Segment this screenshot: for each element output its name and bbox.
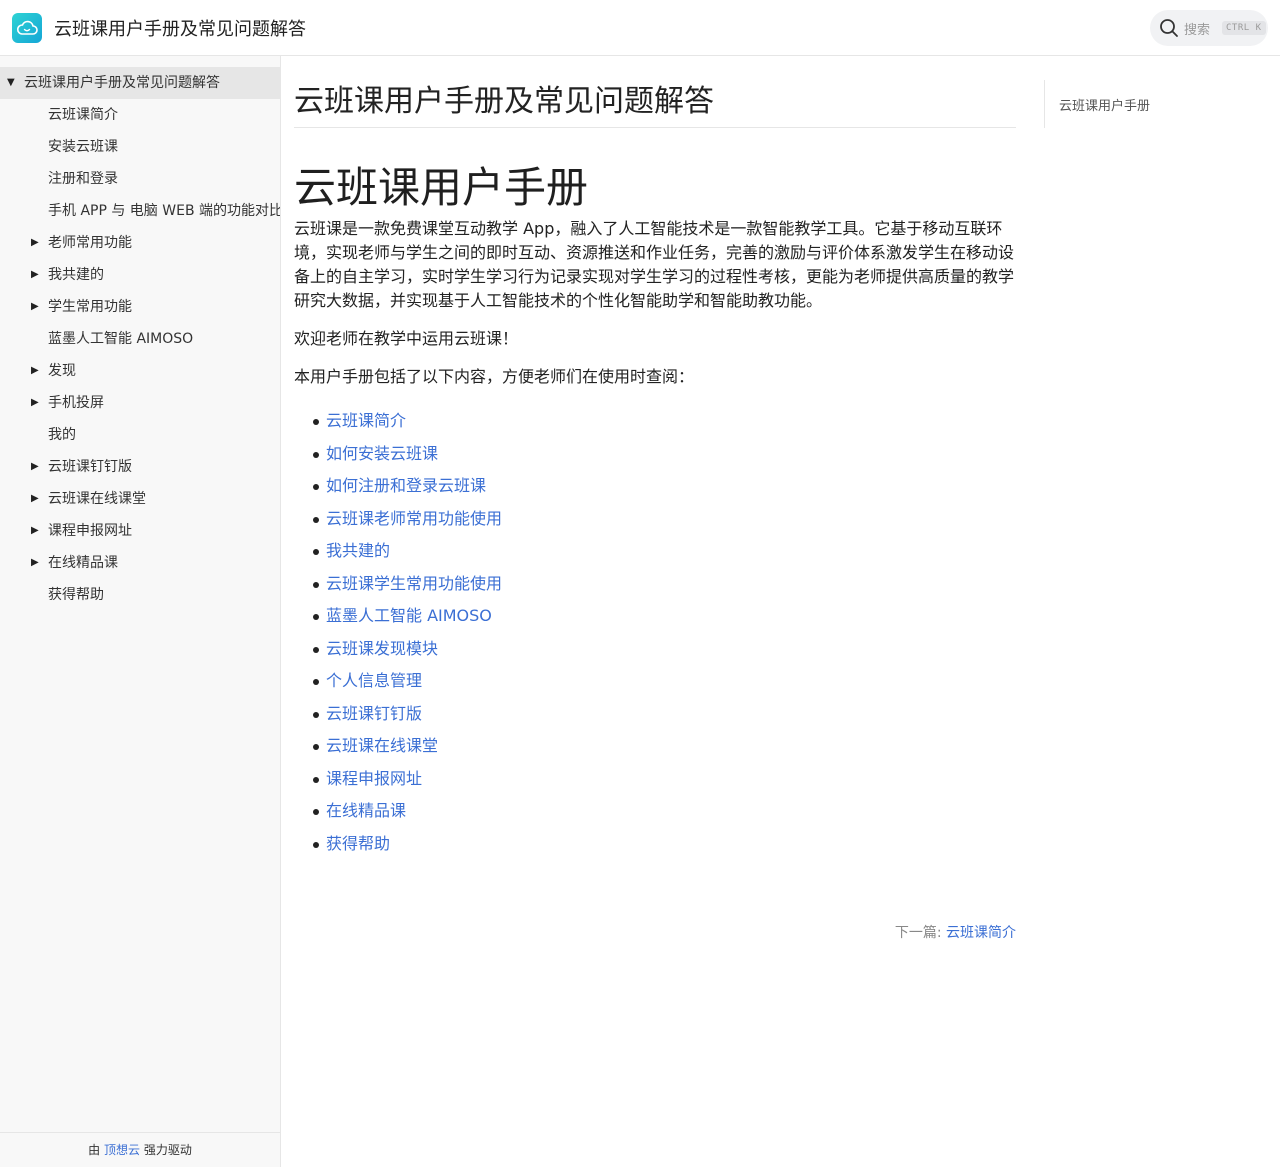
search-shortcut: CTRL K (1222, 21, 1266, 35)
intro-paragraph: 云班课是一款免费课堂互动教学 App，融入了人工智能技术是一款智能教学工具。它基… (294, 219, 1015, 310)
list-item: 蓝墨人工智能 AIMOSO (312, 600, 502, 633)
caret-right-icon[interactable]: ▶ (31, 547, 43, 579)
caret-down-icon[interactable]: ▼ (7, 67, 19, 99)
list-item: 如何安装云班课 (312, 438, 502, 471)
list-item: 云班课在线课堂 (312, 730, 502, 763)
sidebar-item[interactable]: ▶ 学生常用功能 (0, 291, 280, 323)
sidebar-item-label: 注册和登录 (48, 171, 118, 187)
caret-right-icon[interactable]: ▶ (31, 451, 43, 483)
sidebar-item[interactable]: 蓝墨人工智能 AIMOSO (0, 323, 280, 355)
caret-right-icon[interactable]: ▶ (31, 291, 43, 323)
contents-link[interactable]: 云班课学生常用功能使用 (326, 574, 502, 593)
sidebar-item[interactable]: 我的 (0, 419, 280, 451)
contents-link[interactable]: 个人信息管理 (326, 671, 422, 690)
sidebar-item-label: 云班课在线课堂 (48, 491, 146, 507)
contents-link[interactable]: 云班课发现模块 (326, 639, 438, 658)
caret-right-icon[interactable]: ▶ (31, 483, 43, 515)
caret-right-icon[interactable]: ▶ (31, 387, 43, 419)
sidebar-item-label: 获得帮助 (48, 587, 104, 603)
sidebar-item[interactable]: 云班课简介 (0, 99, 280, 131)
sidebar-item[interactable]: ▶ 老师常用功能 (0, 227, 280, 259)
sidebar: ▼ 云班课用户手册及常见问题解答云班课简介安装云班课注册和登录手机 APP 与 电… (0, 56, 281, 1167)
contents-link[interactable]: 如何安装云班课 (326, 444, 438, 463)
sidebar-item-label: 我共建的 (48, 267, 104, 283)
caret-right-icon[interactable]: ▶ (31, 227, 43, 259)
sidebar-item-label: 课程申报网址 (48, 523, 132, 539)
sidebar-item-label: 手机 APP 与 电脑 WEB 端的功能对比 (48, 203, 280, 219)
footer-suffix: 强力驱动 (143, 1143, 192, 1157)
sidebar-item-label: 云班课简介 (48, 107, 118, 123)
caret-right-icon[interactable]: ▶ (31, 355, 43, 387)
contents-paragraph: 本用户手册包括了以下内容，方便老师们在使用时查阅： (294, 367, 695, 386)
sidebar-item[interactable]: ▶ 手机投屏 (0, 387, 280, 419)
list-item: 云班课学生常用功能使用 (312, 568, 502, 601)
sidebar-item[interactable]: ▶ 发现 (0, 355, 280, 387)
sidebar-item[interactable]: ▶ 在线精品课 (0, 547, 280, 579)
footer-prefix: 由 (88, 1143, 101, 1157)
next-page: 下一篇: 云班课简介 (294, 922, 1016, 942)
cloud-icon[interactable] (12, 13, 42, 43)
page-heading: 云班课用户手册及常见问题解答 (294, 84, 714, 119)
list-item: 获得帮助 (312, 828, 502, 861)
sidebar-item[interactable]: 获得帮助 (0, 579, 280, 611)
sidebar-item-label: 蓝墨人工智能 AIMOSO (48, 331, 194, 347)
sidebar-item-label: 我的 (48, 427, 76, 443)
article-title: 云班课用户手册 (294, 163, 589, 212)
sidebar-item[interactable]: 注册和登录 (0, 163, 280, 195)
list-item: 个人信息管理 (312, 665, 502, 698)
contents-link[interactable]: 如何注册和登录云班课 (326, 476, 486, 495)
caret-right-icon[interactable]: ▶ (31, 515, 43, 547)
contents-link[interactable]: 云班课简介 (326, 411, 406, 430)
site-title[interactable]: 云班课用户手册及常见问题解答 (54, 15, 306, 41)
sidebar-item-label: 发现 (48, 363, 76, 379)
sidebar-item[interactable]: ▶ 课程申报网址 (0, 515, 280, 547)
sidebar-item-label: 学生常用功能 (48, 299, 132, 315)
sidebar-item-label: 云班课用户手册及常见问题解答 (24, 75, 220, 91)
sidebar-item-label: 云班课钉钉版 (48, 459, 132, 475)
sidebar-item[interactable]: ▶ 我共建的 (0, 259, 280, 291)
welcome-paragraph: 欢迎老师在教学中运用云班课！ (294, 329, 519, 348)
sidebar-nav: ▼ 云班课用户手册及常见问题解答云班课简介安装云班课注册和登录手机 APP 与 电… (0, 67, 280, 611)
list-item: 云班课发现模块 (312, 633, 502, 666)
sidebar-item-label: 在线精品课 (48, 555, 118, 571)
sidebar-item-label: 老师常用功能 (48, 235, 132, 251)
list-item: 在线精品课 (312, 795, 502, 828)
search-icon (1158, 17, 1180, 39)
search-box[interactable]: 搜索 CTRL K (1150, 10, 1268, 46)
sidebar-item-label: 安装云班课 (48, 139, 118, 155)
list-item: 云班课老师常用功能使用 (312, 503, 502, 536)
next-label: 下一篇: (894, 925, 942, 941)
sidebar-footer: 由 顶想云 强力驱动 (0, 1132, 280, 1167)
contents-link[interactable]: 在线精品课 (326, 801, 406, 820)
heading-divider (294, 127, 1016, 128)
sidebar-item[interactable]: ▼ 云班课用户手册及常见问题解答 (0, 67, 280, 99)
list-item: 云班课简介 (312, 405, 502, 438)
contents-link[interactable]: 获得帮助 (326, 834, 390, 853)
list-item: 云班课钉钉版 (312, 698, 502, 731)
caret-right-icon[interactable]: ▶ (31, 259, 43, 291)
contents-link[interactable]: 蓝墨人工智能 AIMOSO (326, 606, 492, 625)
page-outline: 云班课用户手册 (1044, 80, 1224, 128)
search-placeholder: 搜索 (1184, 22, 1211, 38)
sidebar-item[interactable]: 手机 APP 与 电脑 WEB 端的功能对比 (0, 195, 280, 227)
list-item: 我共建的 (312, 535, 502, 568)
contents-link[interactable]: 课程申报网址 (326, 769, 422, 788)
top-bar: 云班课用户手册及常见问题解答 搜索 CTRL K (0, 0, 1280, 56)
sidebar-item[interactable]: ▶ 云班课钉钉版 (0, 451, 280, 483)
contents-link[interactable]: 我共建的 (326, 541, 390, 560)
list-item: 如何注册和登录云班课 (312, 470, 502, 503)
sidebar-item[interactable]: ▶ 云班课在线课堂 (0, 483, 280, 515)
list-item: 课程申报网址 (312, 763, 502, 796)
contents-link[interactable]: 云班课钉钉版 (326, 704, 422, 723)
contents-list: 云班课简介如何安装云班课如何注册和登录云班课 云班课老师常用功能使用 我共建的云班课… (312, 405, 502, 861)
next-page-link[interactable]: 云班课简介 (946, 925, 1016, 941)
footer-brand-link[interactable]: 顶想云 (104, 1143, 140, 1157)
outline-item[interactable]: 云班课用户手册 (1059, 95, 1150, 114)
sidebar-item[interactable]: 安装云班课 (0, 131, 280, 163)
contents-link[interactable]: 云班课老师常用功能使用 (326, 509, 502, 528)
contents-link[interactable]: 云班课在线课堂 (326, 736, 438, 755)
sidebar-item-label: 手机投屏 (48, 395, 104, 411)
